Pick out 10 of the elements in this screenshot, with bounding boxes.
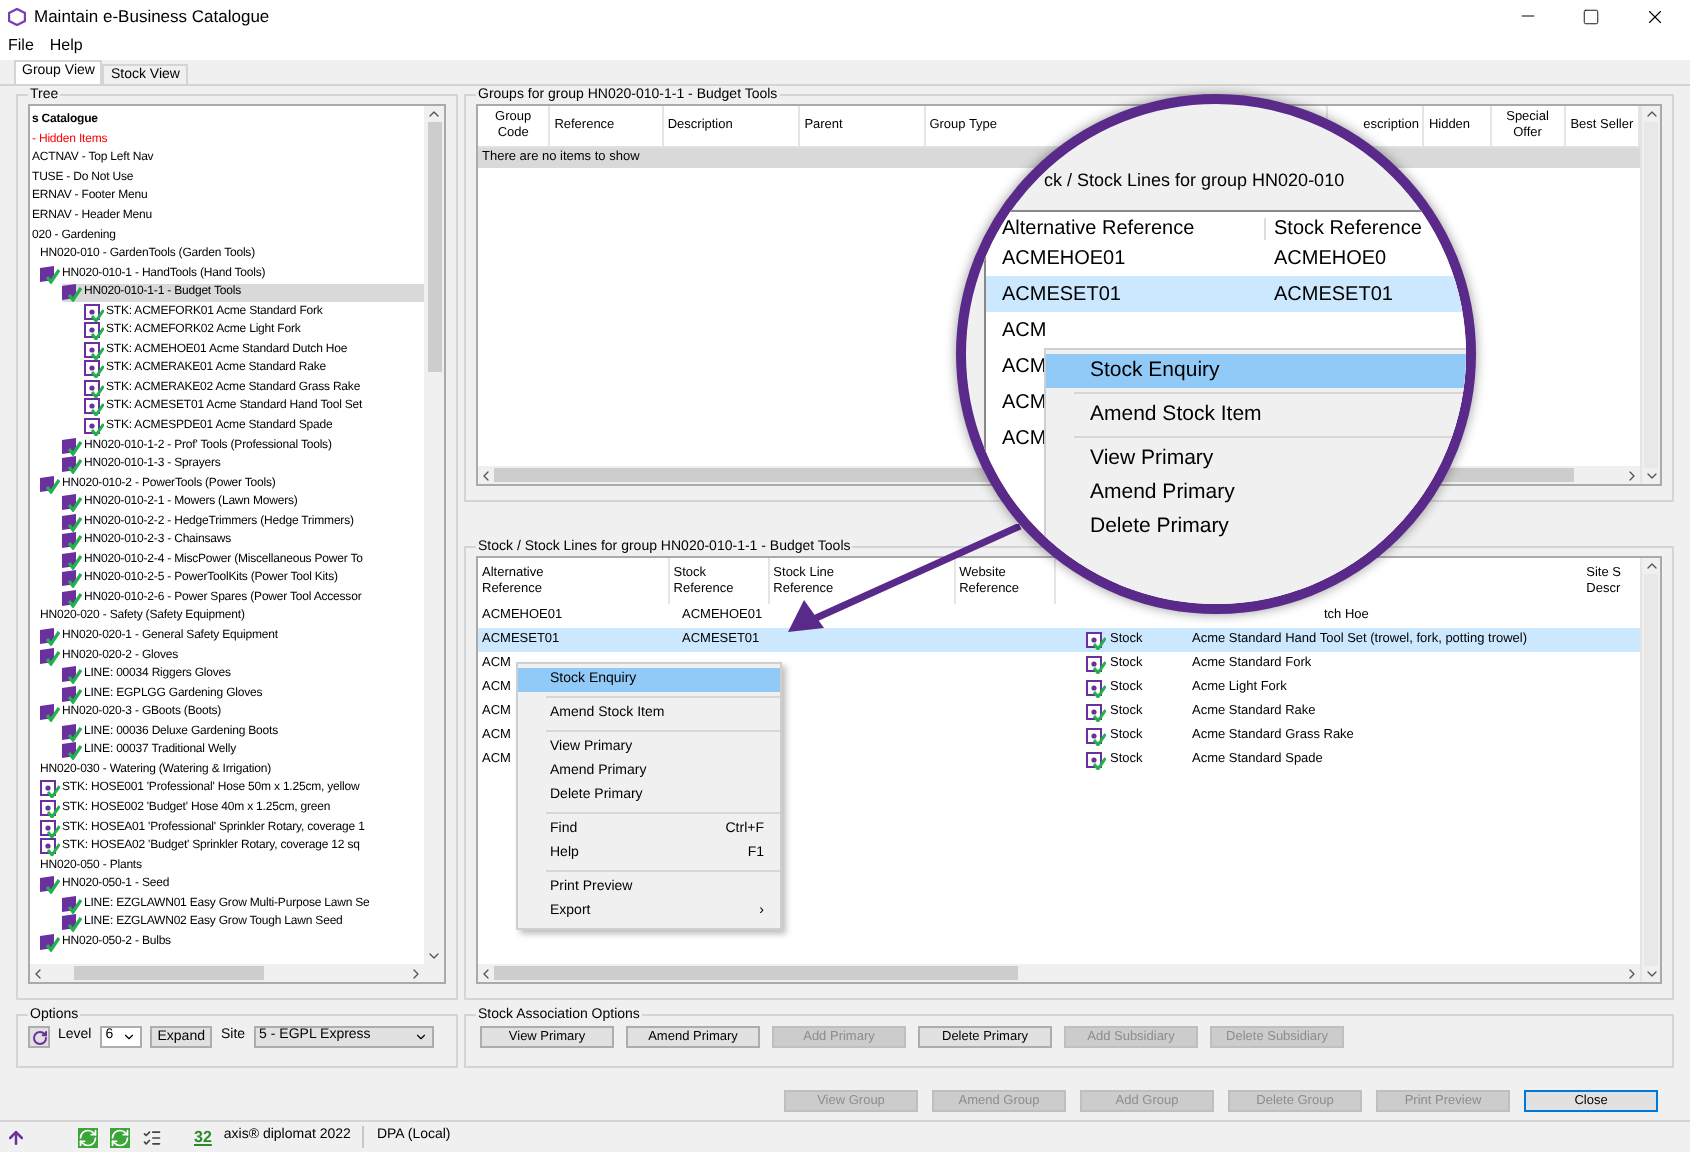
table-cell: ACM xyxy=(1002,319,1047,341)
count-label: 32 xyxy=(194,1125,212,1149)
table-cell: ACMESET01 xyxy=(1002,283,1121,305)
column-header: Stock Reference xyxy=(1274,218,1422,240)
column-header: Alternative Reference xyxy=(1002,218,1195,240)
table-cell: ACMEHOE01 xyxy=(1002,247,1126,269)
window-title: Maintain e-Business Catalogue xyxy=(34,3,270,29)
magnified-title: ck / Stock Lines for group HN020-010 xyxy=(1044,168,1345,194)
table-cell: ACMEHOE0 xyxy=(1274,247,1387,269)
table-cell: ACMESET01 xyxy=(1274,283,1393,305)
